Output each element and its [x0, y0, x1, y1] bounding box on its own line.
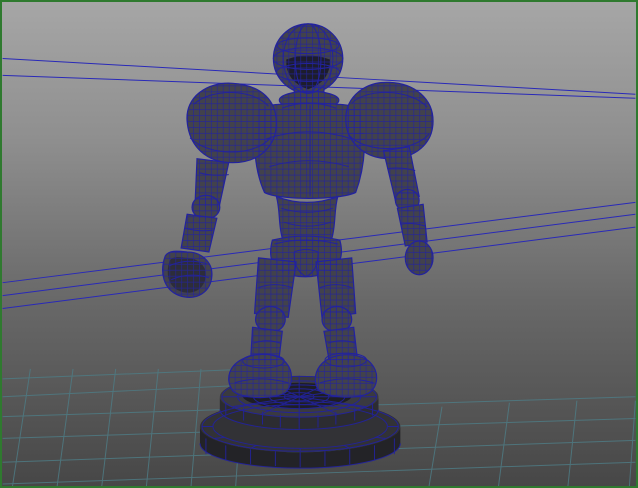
scene-canvas	[2, 23, 636, 486]
viewport-3d[interactable]	[0, 0, 638, 488]
